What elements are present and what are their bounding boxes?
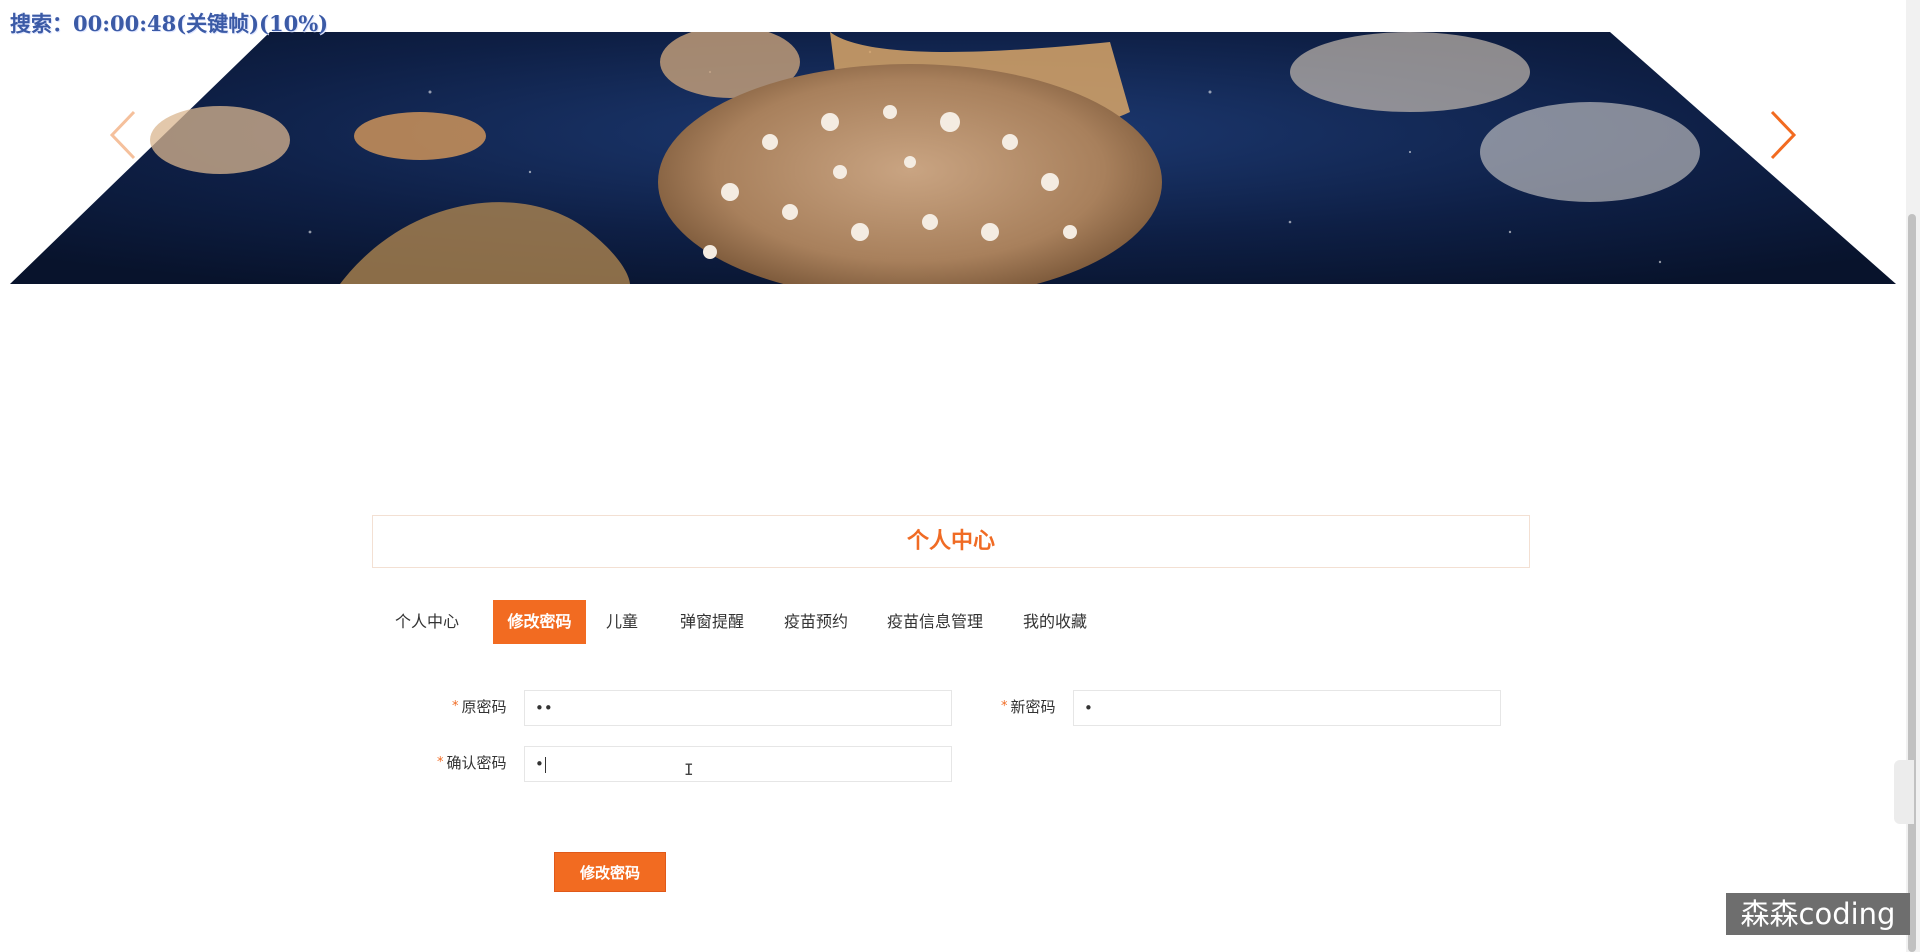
tab-children[interactable]: 儿童 — [604, 600, 640, 644]
carousel-prev-button[interactable] — [106, 108, 142, 162]
confirm-password-label: * 确认密码 — [437, 754, 507, 772]
required-mark: * — [1001, 699, 1008, 714]
scrollbar-thumb[interactable] — [1908, 214, 1916, 952]
tab-vaccine-info-management[interactable]: 疫苗信息管理 — [885, 600, 985, 644]
tab-change-password[interactable]: 修改密码 — [493, 600, 586, 644]
change-password-button[interactable]: 修改密码 — [554, 852, 666, 892]
old-password-label: * 原密码 — [452, 698, 507, 716]
tab-my-favorites[interactable]: 我的收藏 — [1021, 600, 1089, 644]
new-password-field[interactable]: • — [1073, 690, 1501, 726]
carousel-next-button[interactable] — [1764, 108, 1800, 162]
text-caret — [544, 756, 546, 773]
chevron-left-icon — [109, 110, 136, 160]
required-mark: * — [452, 699, 459, 714]
jellyfish-banner-image — [10, 32, 1896, 284]
page-title: 个人中心 — [372, 515, 1530, 568]
tab-popup-reminder[interactable]: 弹窗提醒 — [678, 600, 746, 644]
new-password-label: * 新密码 — [1001, 698, 1056, 716]
old-password-field[interactable]: •• — [524, 690, 952, 726]
side-float-handle[interactable] — [1894, 760, 1914, 824]
carousel-banner — [10, 32, 1896, 284]
confirm-password-field[interactable]: • — [524, 746, 952, 782]
chevron-right-icon — [1770, 110, 1797, 160]
tab-vaccine-appointment[interactable]: 疫苗预约 — [782, 600, 850, 644]
video-search-overlay: 搜索：00:00:48(关键帧)(10%) — [10, 11, 329, 36]
i-beam-cursor-icon: I — [684, 760, 694, 779]
tab-personal-center[interactable]: 个人中心 — [392, 600, 462, 644]
required-mark: * — [437, 755, 444, 770]
watermark: 森森coding — [1726, 893, 1910, 935]
